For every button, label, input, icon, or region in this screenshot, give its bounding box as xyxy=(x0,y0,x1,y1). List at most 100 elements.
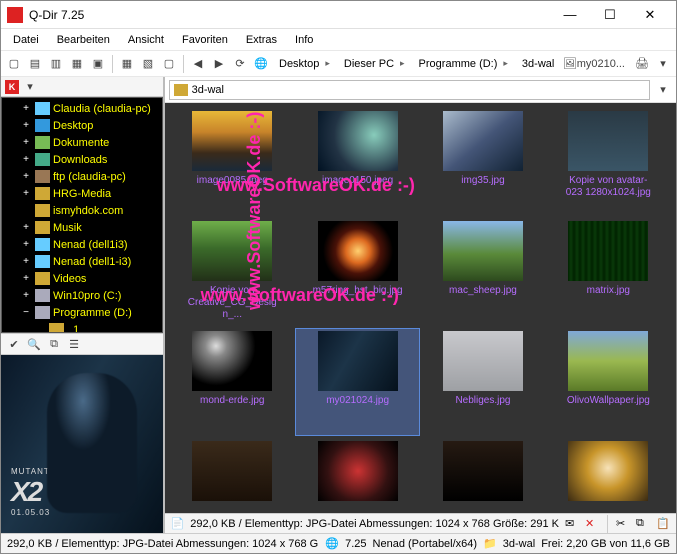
layout8-icon[interactable]: ▢ xyxy=(160,55,178,73)
thumbnail[interactable]: image0085.jpeg xyxy=(171,109,294,215)
close-button[interactable]: ✕ xyxy=(630,1,670,29)
tree-node[interactable]: +Downloads xyxy=(2,151,162,168)
menu-ansicht[interactable]: Ansicht xyxy=(120,32,172,48)
expand-icon[interactable]: + xyxy=(20,188,32,199)
tree-node[interactable]: + Nenad (dell1i3) xyxy=(2,236,162,253)
folder-icon xyxy=(35,289,50,302)
minimize-button[interactable]: — xyxy=(550,1,590,29)
tree-node[interactable]: +Nenad (dell1-i3) xyxy=(2,253,162,270)
delete-icon[interactable]: ✕ xyxy=(585,517,599,531)
preview-image: MUTANT X107 X2 01.05.03 xyxy=(1,355,163,533)
tree-node[interactable]: +Desktop xyxy=(2,117,162,134)
layout6-icon[interactable]: ▦ xyxy=(118,55,136,73)
nav-fwd-icon[interactable]: ▶ xyxy=(210,55,228,73)
folder-icon xyxy=(35,255,50,268)
layout7-icon[interactable]: ▧ xyxy=(139,55,157,73)
thumbnail[interactable]: Kopie von Creative_CG_Design_... xyxy=(171,219,294,325)
thumbnail[interactable]: my021024.jpg xyxy=(296,329,419,435)
thumbnail[interactable]: Nebliges.jpg xyxy=(421,329,544,435)
tree-label: Nenad (dell1i3) xyxy=(53,239,128,251)
refresh-icon[interactable]: ⟳ xyxy=(231,55,249,73)
expand-icon[interactable]: + xyxy=(20,103,32,114)
thumbnail[interactable] xyxy=(421,439,544,513)
layout2-icon[interactable]: ▤ xyxy=(26,55,44,73)
folder-icon xyxy=(35,204,50,217)
thumb-image xyxy=(443,331,523,391)
menu-extras[interactable]: Extras xyxy=(238,32,285,48)
thumbnail[interactable]: m57ring_hst_big.jpg xyxy=(296,219,419,325)
maximize-button[interactable]: ☐ xyxy=(590,1,630,29)
cut-icon[interactable]: ✂ xyxy=(616,517,630,531)
tree-node[interactable]: +Claudia (claudia-pc) xyxy=(2,100,162,117)
chevron-down-icon[interactable]: ▾ xyxy=(21,78,39,96)
layout5-icon[interactable]: ▣ xyxy=(89,55,107,73)
expand-icon[interactable]: + xyxy=(20,222,32,233)
thumbnail[interactable] xyxy=(547,439,670,513)
crumb[interactable]: Programme (D:) xyxy=(413,56,514,72)
layout4-icon[interactable]: ▦ xyxy=(68,55,86,73)
menu-favoriten[interactable]: Favoriten xyxy=(174,32,236,48)
search-icon[interactable]: 🔍 xyxy=(25,335,43,353)
nav-back-icon[interactable]: ◀ xyxy=(189,55,207,73)
paste-icon[interactable]: 📋 xyxy=(656,517,670,531)
dropdown-icon[interactable]: ▾ xyxy=(654,55,672,73)
address-field[interactable]: 3d-wal xyxy=(169,80,650,100)
crumb[interactable]: Dieser PC xyxy=(338,56,411,72)
expand-icon[interactable]: − xyxy=(20,307,32,318)
menu-datei[interactable]: Datei xyxy=(5,32,47,48)
mail-icon[interactable]: ✉ xyxy=(565,517,579,531)
expand-icon[interactable]: + xyxy=(20,171,32,182)
tree-node[interactable]: +HRG-Media xyxy=(2,185,162,202)
tree-chip[interactable]: K xyxy=(5,80,19,94)
thumb-image xyxy=(318,221,398,281)
thumbnail[interactable] xyxy=(171,439,294,513)
copy-icon[interactable]: ⧉ xyxy=(45,335,63,353)
right-column: 3d-wal ▾ www.SoftwareOK.de :-) www.Softw… xyxy=(165,77,676,533)
expand-icon[interactable]: + xyxy=(20,290,32,301)
tree-node[interactable]: _1 xyxy=(2,321,162,333)
preview-headline: X2 xyxy=(11,476,41,507)
thumbnail[interactable]: img35.jpg xyxy=(421,109,544,215)
tree-node[interactable]: −Programme (D:) xyxy=(2,304,162,321)
tree-node[interactable]: +Videos xyxy=(2,270,162,287)
layout1-icon[interactable]: ▢ xyxy=(5,55,23,73)
layout3-icon[interactable]: ▥ xyxy=(47,55,65,73)
menu-info[interactable]: Info xyxy=(287,32,321,48)
status-left: 292,0 KB / Elementtyp: JPG-Datei Abmessu… xyxy=(7,538,319,550)
expand-icon[interactable]: + xyxy=(20,239,32,250)
folder-tree[interactable]: +Claudia (claudia-pc)+Desktop+Dokumente+… xyxy=(1,97,163,333)
tree-node[interactable]: +Win10pro (C:) xyxy=(2,287,162,304)
menu-bearbeiten[interactable]: Bearbeiten xyxy=(49,32,118,48)
list-icon[interactable]: ☰ xyxy=(65,335,83,353)
crumb[interactable]: 3d-wal xyxy=(516,56,555,72)
expand-icon[interactable]: + xyxy=(20,120,32,131)
thumbnail[interactable]: mond-erde.jpg xyxy=(171,329,294,435)
expand-icon[interactable]: + xyxy=(20,154,32,165)
current-file-chip[interactable]: 🖼 my0210... xyxy=(558,55,630,73)
body: K ▾ +Claudia (claudia-pc)+Desktop+Dokume… xyxy=(1,77,676,533)
thumbnail[interactable] xyxy=(296,439,419,513)
tree-node[interactable]: ismyhdok.com xyxy=(2,202,162,219)
thumbnail[interactable]: mac_sheep.jpg xyxy=(421,219,544,325)
thumbnail[interactable]: OlivoWallpaper.jpg xyxy=(547,329,670,435)
crumb[interactable]: Desktop xyxy=(273,56,336,72)
thumbnail-grid[interactable]: www.SoftwareOK.de :-) www.SoftwareOK.de … xyxy=(165,103,676,513)
tree-node[interactable]: +Dokumente xyxy=(2,134,162,151)
thumbnail[interactable]: Kopie von avatar-023 1280x1024.jpg xyxy=(547,109,670,215)
copy-icon[interactable]: ⧉ xyxy=(636,517,650,531)
print-icon[interactable]: 🖨 xyxy=(633,55,651,73)
thumbnail[interactable]: matrix.jpg xyxy=(547,219,670,325)
thumb-image xyxy=(443,111,523,171)
expand-icon[interactable]: + xyxy=(20,273,32,284)
expand-icon[interactable]: + xyxy=(20,137,32,148)
addr-dropdown-icon[interactable]: ▾ xyxy=(654,81,672,99)
thumb-image xyxy=(443,221,523,281)
thumb-label: mond-erde.jpg xyxy=(200,395,264,407)
preview-toolbar: ✔ 🔍 ⧉ ☰ xyxy=(1,333,163,355)
tree-node[interactable]: +ftp (claudia-pc) xyxy=(2,168,162,185)
check-icon[interactable]: ✔ xyxy=(5,335,23,353)
thumbnail[interactable]: image0150.jpeg xyxy=(296,109,419,215)
tree-node[interactable]: +Musik xyxy=(2,219,162,236)
expand-icon[interactable]: + xyxy=(20,256,32,267)
globe-icon[interactable]: 🌐 xyxy=(252,55,270,73)
